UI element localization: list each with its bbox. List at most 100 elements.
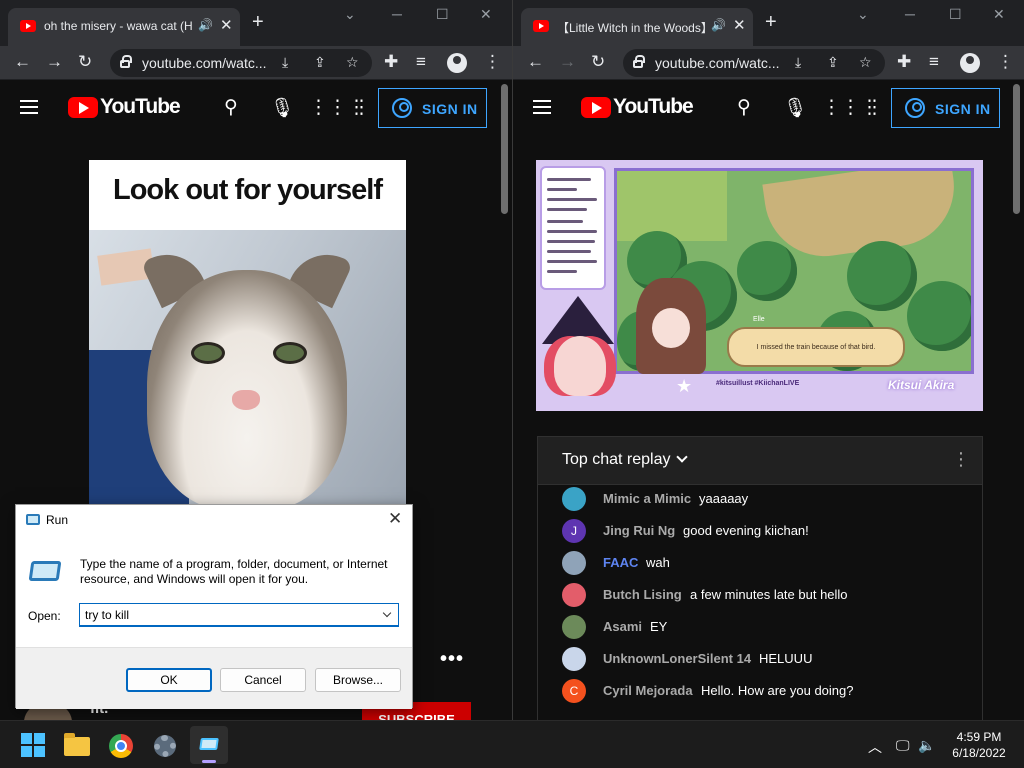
minimize-icon[interactable]: ─ bbox=[392, 6, 402, 22]
chat-author[interactable]: Mimic a Mimic bbox=[603, 491, 691, 506]
chat-mode-label[interactable]: Top chat replay bbox=[562, 451, 671, 469]
chrome-icon[interactable] bbox=[104, 729, 138, 763]
forward-icon[interactable]: → bbox=[559, 52, 576, 72]
tab-cat-video[interactable]: oh the misery - wawa cat (H 🔊 ✕ bbox=[8, 8, 240, 46]
chat-avatar[interactable] bbox=[562, 583, 586, 607]
profile-avatar-icon[interactable] bbox=[960, 53, 980, 73]
reload-icon[interactable]: ↻ bbox=[591, 52, 605, 72]
chat-author[interactable]: Cyril Mejorada bbox=[603, 683, 693, 698]
forward-icon[interactable]: → bbox=[46, 52, 63, 72]
media-queue-icon[interactable]: ≡ bbox=[929, 52, 939, 72]
chat-author[interactable]: Butch Lising bbox=[603, 587, 682, 602]
video-player[interactable]: Elle I missed the train because of that … bbox=[536, 160, 983, 411]
streamer-logo: Kitsui Akira bbox=[888, 378, 955, 392]
speaker-icon[interactable]: 🔊 bbox=[198, 18, 213, 32]
tab-search-chevron-icon[interactable]: ⌄ bbox=[857, 6, 869, 23]
new-tab-icon[interactable]: + bbox=[252, 12, 264, 32]
chat-text: good evening kiichan! bbox=[683, 523, 809, 538]
hamburger-menu-icon[interactable] bbox=[533, 100, 551, 114]
chat-avatar[interactable]: C bbox=[562, 679, 586, 703]
video-player[interactable]: Look out for yourself bbox=[89, 160, 406, 512]
sign-in-button[interactable]: SIGN IN bbox=[891, 88, 1000, 128]
address-bar[interactable]: youtube.com/watc... ⤓ ⇪ ☆ bbox=[623, 49, 885, 77]
settings-gear-icon[interactable] bbox=[148, 729, 182, 763]
chat-avatar[interactable] bbox=[562, 487, 586, 511]
file-explorer-icon[interactable] bbox=[60, 729, 94, 763]
minimize-icon[interactable]: ─ bbox=[905, 6, 915, 22]
new-tab-icon[interactable]: + bbox=[765, 12, 777, 32]
install-icon[interactable]: ⤓ bbox=[795, 54, 801, 71]
ok-button[interactable]: OK bbox=[126, 668, 212, 692]
back-icon[interactable]: ← bbox=[527, 52, 544, 72]
media-queue-icon[interactable]: ≡ bbox=[416, 52, 426, 72]
install-icon[interactable]: ⤓ bbox=[282, 54, 288, 71]
chevron-down-icon[interactable] bbox=[676, 451, 688, 463]
chrome-menu-icon[interactable]: ⋮ bbox=[484, 52, 501, 72]
share-icon[interactable]: ⇪ bbox=[827, 54, 839, 71]
clock[interactable]: 4:59 PM 6/18/2022 bbox=[944, 729, 1014, 761]
maximize-icon[interactable]: ☐ bbox=[949, 6, 962, 23]
chat-author[interactable]: FAAC bbox=[603, 555, 638, 570]
settings-dots-icon[interactable]: ⋮ bbox=[865, 96, 884, 119]
chrome-menu-icon[interactable]: ⋮ bbox=[997, 52, 1014, 72]
youtube-wordmark[interactable]: YouTube bbox=[100, 95, 181, 119]
live-chat-panel: Top chat replay ⋮ Mimic a Mimic yaaaaay J J… bbox=[537, 436, 983, 720]
close-window-icon[interactable]: ✕ bbox=[993, 6, 1005, 23]
bookmark-star-icon[interactable]: ☆ bbox=[859, 54, 872, 71]
tab-witch-stream[interactable]: 【Little Witch in the Woods】 🔊 ✕ bbox=[521, 8, 753, 46]
run-app-icon bbox=[26, 514, 40, 525]
tab-search-chevron-icon[interactable]: ⌄ bbox=[344, 6, 356, 23]
bookmark-star-icon[interactable]: ☆ bbox=[346, 54, 359, 71]
address-bar[interactable]: youtube.com/watc... ⤓ ⇪ ☆ bbox=[110, 49, 372, 77]
speaker-icon[interactable]: 🔊 bbox=[711, 18, 726, 32]
close-tab-icon[interactable]: ✕ bbox=[220, 16, 233, 34]
search-icon[interactable]: ⚲ bbox=[737, 96, 751, 119]
microphone-icon[interactable]: 🎙 bbox=[783, 96, 807, 120]
close-icon[interactable]: ✕ bbox=[388, 509, 402, 529]
cat-nose bbox=[232, 390, 260, 410]
volume-icon[interactable]: 🔈 bbox=[918, 737, 935, 754]
settings-dots-icon[interactable]: ⋮ bbox=[352, 96, 371, 119]
url-text: youtube.com/watc... bbox=[142, 55, 267, 71]
chat-avatar[interactable]: J bbox=[562, 519, 586, 543]
cancel-button[interactable]: Cancel bbox=[220, 668, 306, 692]
chat-avatar[interactable] bbox=[562, 551, 586, 575]
network-icon[interactable]: 🖵 bbox=[896, 737, 910, 754]
extensions-puzzle-icon[interactable]: ✚ bbox=[897, 52, 911, 72]
windows-start-icon[interactable] bbox=[18, 729, 52, 763]
maximize-icon[interactable]: ☐ bbox=[436, 6, 449, 23]
chat-message: Mimic a Mimic yaaaaay bbox=[562, 487, 982, 511]
chat-author[interactable]: UnknownLonerSilent 14 bbox=[603, 651, 751, 666]
reload-icon[interactable]: ↻ bbox=[78, 52, 92, 72]
microphone-icon[interactable]: 🎙 bbox=[270, 96, 294, 120]
dialog-titlebar[interactable]: Run ✕ bbox=[16, 505, 412, 535]
sign-in-button[interactable]: SIGN IN bbox=[378, 88, 487, 128]
chevron-up-icon[interactable]: ︿ bbox=[868, 737, 882, 757]
scrollbar-thumb[interactable] bbox=[501, 84, 508, 214]
chat-text: a few minutes late but hello bbox=[690, 587, 848, 602]
chat-author[interactable]: Jing Rui Ng bbox=[603, 523, 675, 538]
run-taskbar-icon[interactable] bbox=[190, 726, 228, 764]
cat-eye bbox=[191, 342, 225, 364]
youtube-wordmark[interactable]: YouTube bbox=[613, 95, 694, 119]
chat-avatar[interactable] bbox=[562, 647, 586, 671]
profile-avatar-icon[interactable] bbox=[447, 53, 467, 73]
back-icon[interactable]: ← bbox=[14, 52, 31, 72]
hamburger-menu-icon[interactable] bbox=[20, 100, 38, 114]
search-icon[interactable]: ⚲ bbox=[224, 96, 238, 119]
browse-button[interactable]: Browse... bbox=[315, 668, 401, 692]
share-icon[interactable]: ⇪ bbox=[314, 54, 326, 71]
youtube-logo-icon[interactable] bbox=[68, 97, 98, 118]
open-combobox-input[interactable] bbox=[79, 603, 399, 627]
account-icon bbox=[392, 98, 412, 118]
scrollbar-thumb[interactable] bbox=[1013, 84, 1020, 214]
youtube-logo-icon[interactable] bbox=[581, 97, 611, 118]
chat-avatar[interactable] bbox=[562, 615, 586, 639]
extensions-puzzle-icon[interactable]: ✚ bbox=[384, 52, 398, 72]
chat-author[interactable]: Asami bbox=[603, 619, 642, 634]
close-tab-icon[interactable]: ✕ bbox=[733, 16, 746, 34]
more-actions-icon[interactable]: ••• bbox=[440, 648, 464, 671]
close-window-icon[interactable]: ✕ bbox=[480, 6, 492, 23]
chat-more-icon[interactable]: ⋮ bbox=[952, 449, 970, 470]
account-icon bbox=[905, 98, 925, 118]
